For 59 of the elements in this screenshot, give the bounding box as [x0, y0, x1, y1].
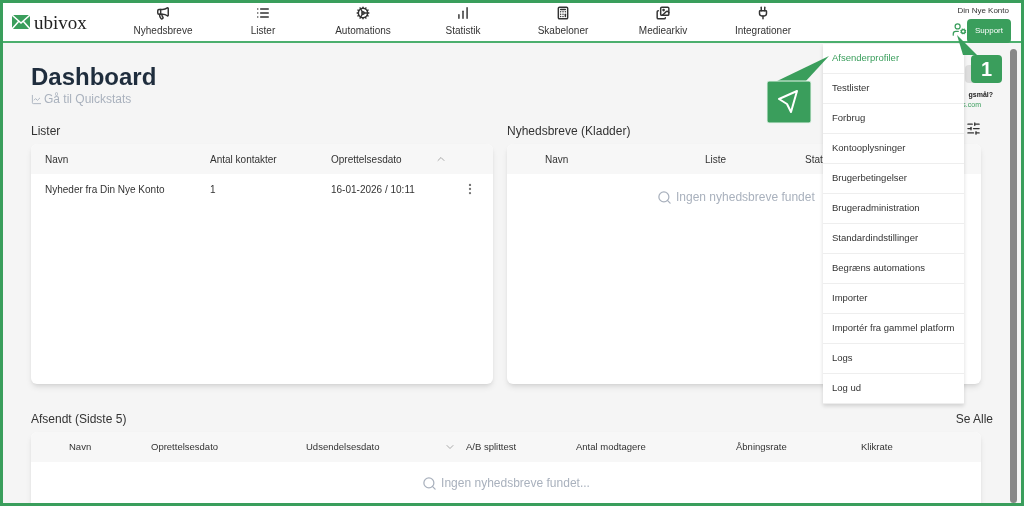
- column-header[interactable]: Klikrate: [861, 439, 893, 455]
- menu-item[interactable]: Importér fra gammel platform: [823, 314, 964, 344]
- column-header[interactable]: Liste: [705, 151, 805, 167]
- chart-icon: [31, 93, 42, 105]
- page-title: Dashboard: [31, 65, 157, 89]
- column-header[interactable]: Oprettelsesdato: [151, 439, 219, 455]
- menu-item[interactable]: Logs: [823, 344, 964, 374]
- megaphone-icon: [156, 6, 170, 20]
- column-header[interactable]: Udsendelsesdato: [306, 439, 380, 455]
- column-header[interactable]: Oprettelsesdato: [331, 151, 435, 167]
- column-header[interactable]: Antal modtagere: [576, 439, 646, 455]
- nav-item[interactable]: Nyhedsbreve: [113, 6, 213, 38]
- section-title: Nyhedsbreve (Kladder): [507, 123, 631, 140]
- images-icon: [656, 6, 670, 20]
- filter-icon[interactable]: [966, 121, 981, 136]
- calculator-icon: [556, 6, 570, 20]
- empty-message: Ingen nyhedsbreve fundet: [676, 189, 815, 206]
- menu-item[interactable]: Standardindstillinger: [823, 224, 964, 254]
- column-header[interactable]: Åbningsrate: [736, 439, 787, 455]
- menu-item[interactable]: Forbrug: [823, 104, 964, 134]
- nav-item[interactable]: Skabeloner: [513, 6, 613, 38]
- menu-item[interactable]: Begræns automations: [823, 254, 964, 284]
- column-header[interactable]: Navn: [545, 151, 705, 167]
- empty-message: Ingen nyhedsbreve fundet...: [441, 475, 590, 492]
- step-number: 1: [971, 55, 1002, 83]
- list-icon: [256, 6, 270, 20]
- plug-icon: [756, 6, 770, 20]
- nav-item[interactable]: Integrationer: [713, 6, 813, 38]
- nav-item[interactable]: Mediearkiv: [613, 6, 713, 38]
- column-header[interactable]: Navn: [45, 151, 210, 167]
- see-all-link[interactable]: Se Alle: [955, 410, 993, 428]
- logo-envelope-icon: [12, 15, 30, 29]
- search-icon: [422, 475, 438, 491]
- nav-item[interactable]: Automations: [313, 6, 413, 38]
- column-header[interactable]: Antal kontakter: [210, 151, 331, 167]
- table-cell-text: 16-01-2026 / 10:11: [331, 182, 416, 197]
- menu-item[interactable]: Log ud: [823, 374, 964, 404]
- menu-item[interactable]: Brugeradministration: [823, 194, 964, 224]
- account-settings-icon[interactable]: [952, 22, 967, 37]
- search-icon: [657, 189, 672, 205]
- section-title: Afsendt (Sidste 5): [31, 411, 127, 428]
- column-header[interactable]: Navn: [69, 439, 92, 455]
- bar-chart-icon: [456, 6, 470, 20]
- list-row[interactable]: Nyheder fra Din Nye Konto 1 16-01-2026 / 10:11: [31, 174, 493, 204]
- brand-logo[interactable]: ubivox: [34, 12, 87, 32]
- menu-item[interactable]: Importer: [823, 284, 964, 314]
- gear-icon: [356, 6, 370, 20]
- column-header[interactable]: A/B splittest: [466, 439, 517, 455]
- menu-item[interactable]: Kontooplysninger: [823, 134, 964, 164]
- column-header[interactable]: Stat: [805, 151, 823, 167]
- menu-item[interactable]: Testlister: [823, 74, 964, 104]
- menu-item[interactable]: Brugerbetingelser: [823, 164, 964, 194]
- nav-item[interactable]: Lister: [213, 6, 313, 38]
- table-cell-text: Nyheder fra Din Nye Konto: [45, 182, 166, 197]
- nav-item[interactable]: Statistik: [413, 6, 513, 38]
- section-title: Lister: [31, 123, 61, 140]
- table-cell-text: 1: [210, 182, 217, 197]
- account-name: Din Nye Konto: [957, 5, 1009, 17]
- callout-pointer: [955, 33, 979, 55]
